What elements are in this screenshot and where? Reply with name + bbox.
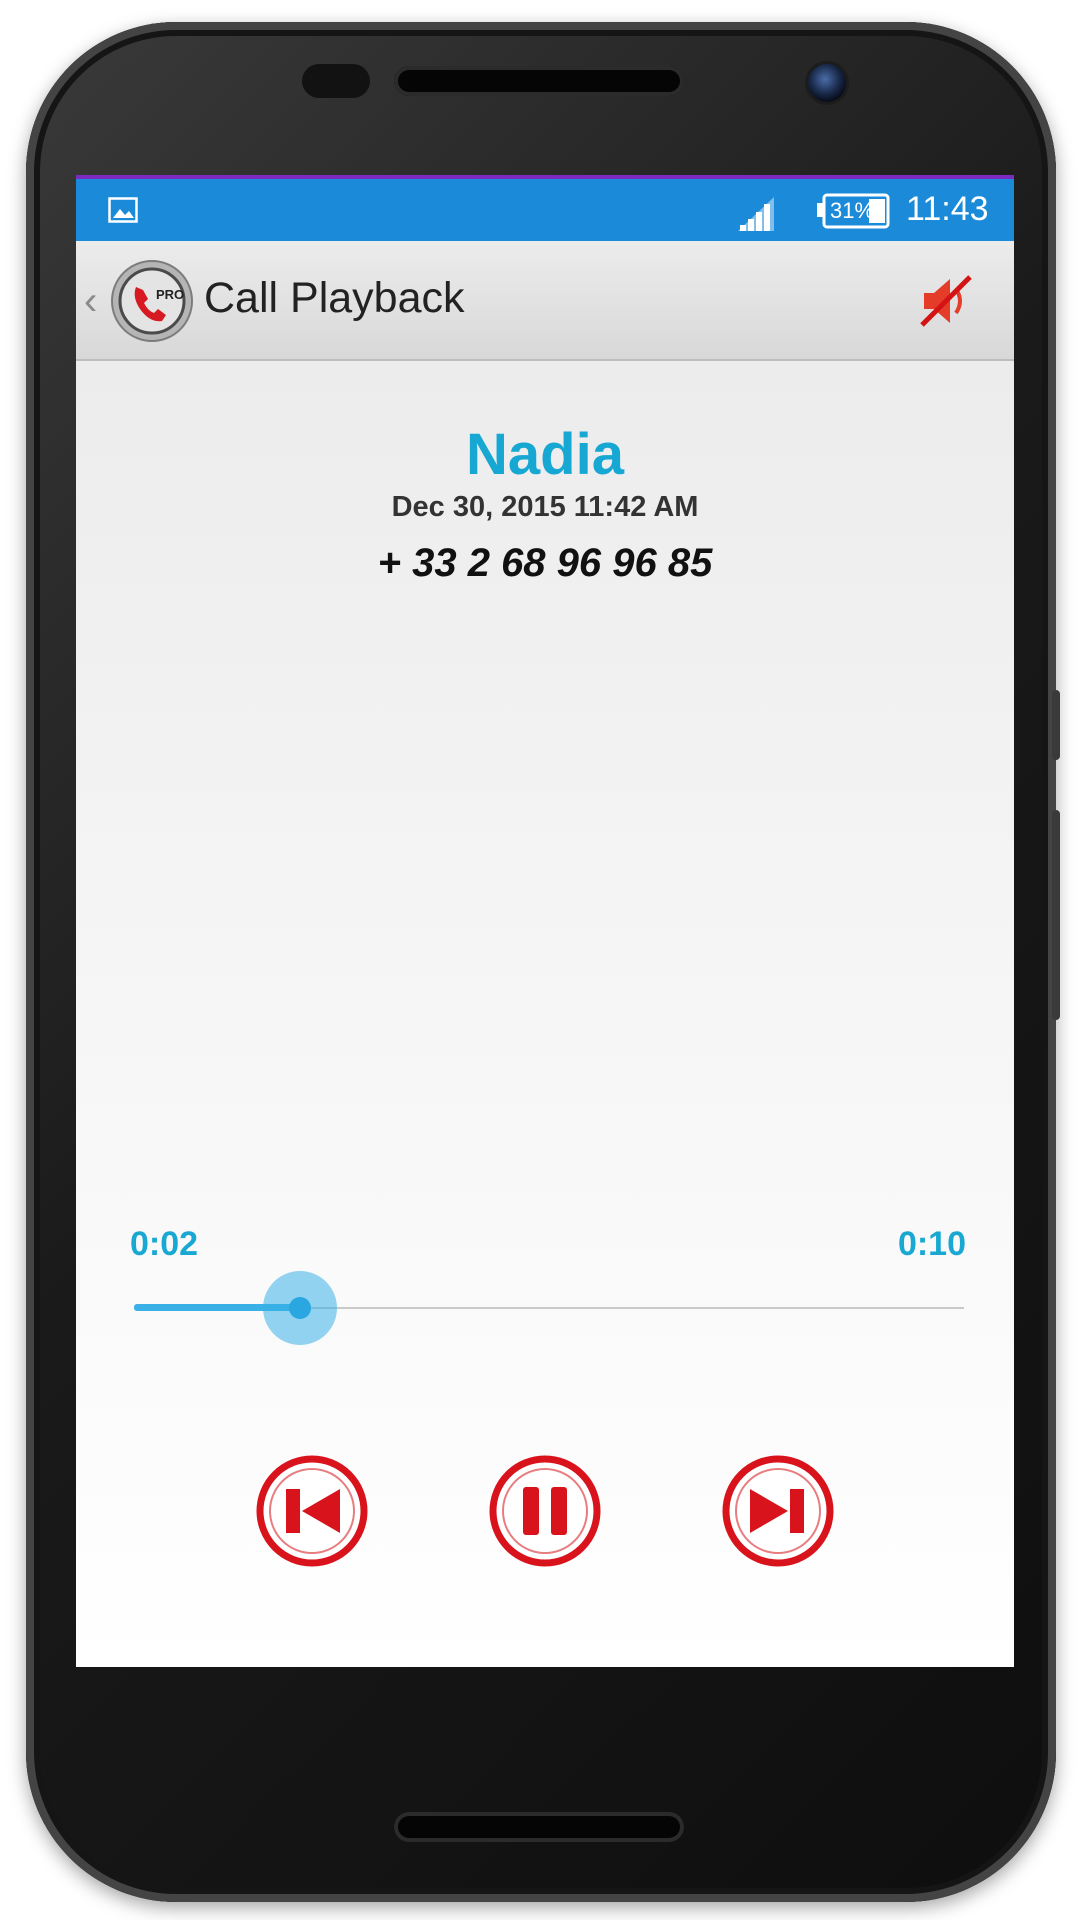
- status-time: 11:43: [906, 190, 989, 228]
- svg-text:PRO: PRO: [156, 287, 184, 302]
- seek-bar[interactable]: [134, 1271, 964, 1345]
- speaker-muted-icon[interactable]: [916, 271, 976, 331]
- playback-content: Nadia Dec 30, 2015 11:42 AM + 33 2 68 96…: [76, 361, 1014, 1667]
- seek-thumb-dot: [289, 1297, 311, 1319]
- proximity-sensor: [302, 64, 370, 98]
- power-button: [1052, 810, 1060, 1020]
- back-chevron-icon[interactable]: ‹: [84, 279, 97, 324]
- skip-previous-icon[interactable]: [254, 1453, 370, 1569]
- seek-thumb[interactable]: [263, 1271, 337, 1345]
- screen: 31% 11:43 ‹ PRO Call Playback Nadia Dec …: [76, 175, 1014, 1667]
- battery-percent: 31%: [830, 198, 875, 223]
- front-camera: [808, 64, 846, 102]
- top-speaker: [394, 66, 684, 96]
- bottom-speaker: [394, 1812, 684, 1842]
- call-date-time: Dec 30, 2015 11:42 AM: [391, 491, 699, 523]
- battery-icon: 31%: [816, 193, 890, 236]
- picture-icon: [108, 197, 138, 223]
- signal-icon: [738, 197, 774, 231]
- total-time: 0:10: [897, 1225, 966, 1263]
- volume-button: [1052, 690, 1060, 760]
- pause-icon[interactable]: [487, 1453, 603, 1569]
- app-title: Call Playback: [204, 274, 465, 322]
- app-bar: ‹ PRO Call Playback: [76, 241, 1014, 361]
- status-bar: 31% 11:43: [76, 175, 1014, 241]
- contact-name: Nadia: [466, 422, 624, 487]
- call-recorder-pro-logo[interactable]: PRO: [110, 259, 194, 343]
- skip-next-icon[interactable]: [720, 1453, 836, 1569]
- elapsed-time: 0:02: [130, 1225, 199, 1263]
- phone-number: + 33 2 68 96 96 85: [377, 541, 713, 585]
